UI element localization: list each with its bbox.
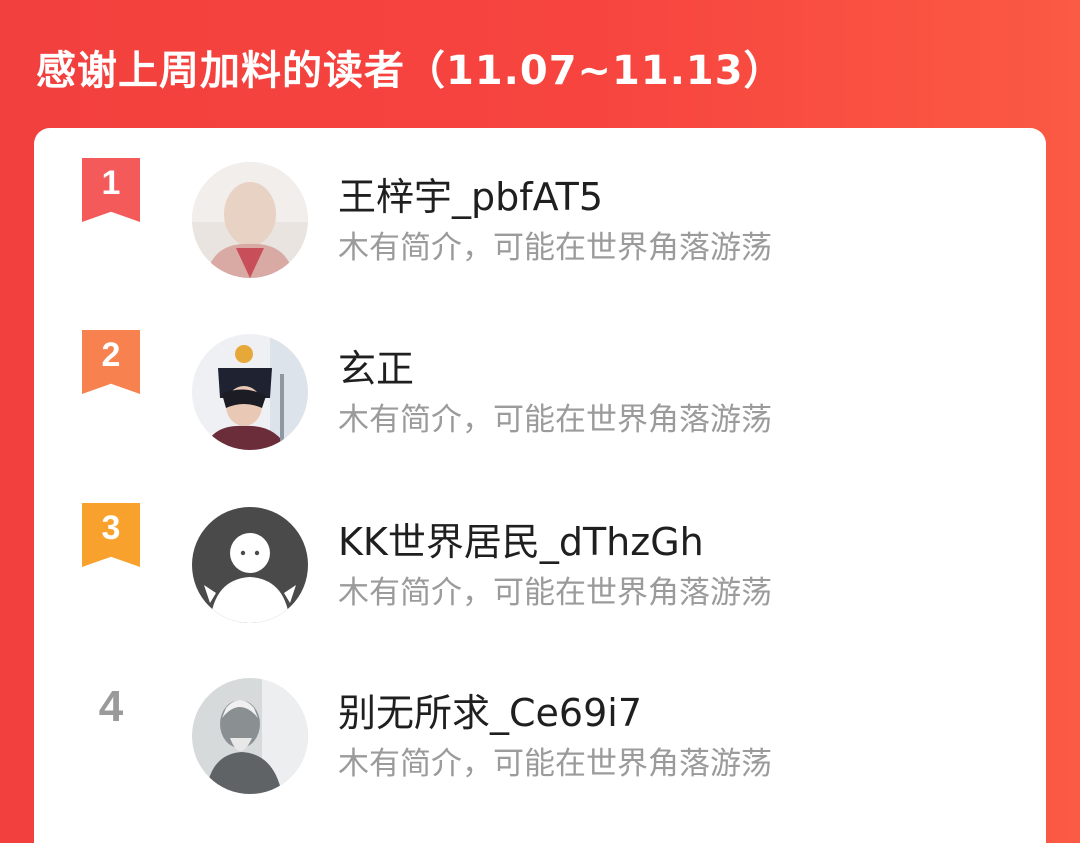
grayscale-photo-avatar-icon[interactable] <box>192 678 308 794</box>
anime-character-avatar-icon[interactable] <box>192 334 308 450</box>
default-user-avatar-icon[interactable] <box>192 507 308 623</box>
reader-bio: 木有简介，可能在世界角落游荡 <box>338 230 772 266</box>
reader-bio: 木有简介，可能在世界角落游荡 <box>338 575 772 611</box>
page: 感谢上周加料的读者（11.07~11.13） 1 王梓宇_pbfAT5 木有简介… <box>0 0 1080 843</box>
reader-name[interactable]: 王梓宇_pbfAT5 <box>338 166 603 221</box>
rank-number: 2 <box>101 336 121 374</box>
reader-bio: 木有简介，可能在世界角落游荡 <box>338 402 772 438</box>
reader-name[interactable]: 玄正 <box>338 338 414 393</box>
rank-number: 4 <box>98 682 124 731</box>
reader-name[interactable]: KK世界居民_dThzGh <box>338 511 704 566</box>
reader-bio: 木有简介，可能在世界角落游荡 <box>338 746 772 782</box>
rank-badge: 2 <box>82 330 142 398</box>
reader-name[interactable]: 别无所求_Ce69i7 <box>338 682 642 737</box>
rank-number: 3 <box>101 509 121 547</box>
rank-badge: 3 <box>82 503 142 571</box>
rank-badge: 4 <box>82 674 142 742</box>
reader-row[interactable]: 2 玄正 木有简介，可能在世界角落游荡 <box>34 300 1046 472</box>
photo-avatar-icon[interactable] <box>192 162 308 278</box>
reader-row[interactable]: 1 王梓宇_pbfAT5 木有简介，可能在世界角落游荡 <box>34 128 1046 300</box>
rank-number: 1 <box>101 164 121 202</box>
reader-row[interactable]: 3 KK世界居民_dThzGh 木有简介，可能在世界角落游荡 <box>34 473 1046 645</box>
rank-badge: 1 <box>82 158 142 226</box>
page-title: 感谢上周加料的读者（11.07~11.13） <box>36 48 785 94</box>
readers-card: 1 王梓宇_pbfAT5 木有简介，可能在世界角落游荡 2 玄正 木有简介，可能… <box>34 128 1046 843</box>
reader-row[interactable]: 4 别无所求_Ce69i7 木有简介，可能在世界角落游荡 <box>34 644 1046 816</box>
